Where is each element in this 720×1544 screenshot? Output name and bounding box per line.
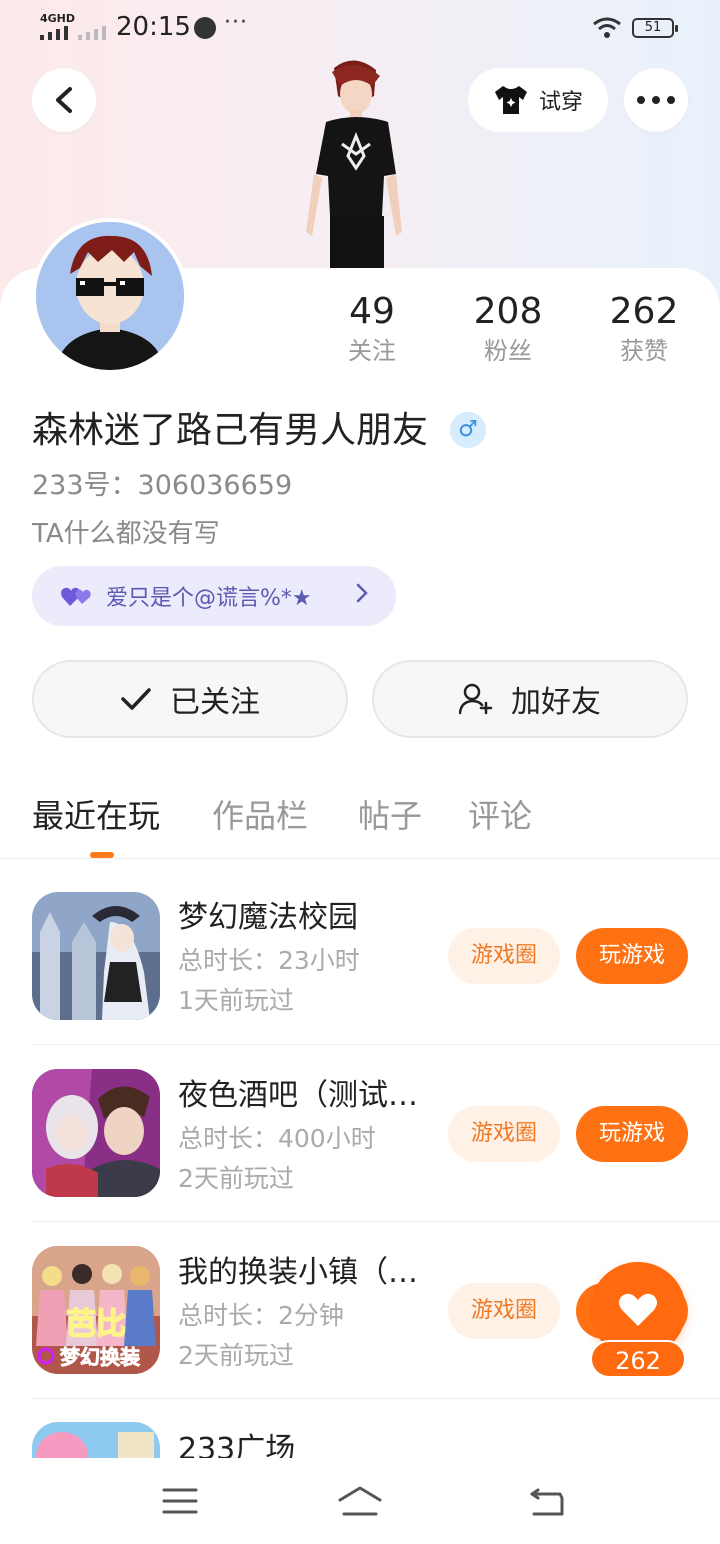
signal-icon-secondary — [78, 26, 106, 40]
stat-following[interactable]: 49 关注 — [312, 290, 432, 368]
play-game-button[interactable]: 玩游戏 — [576, 1106, 688, 1162]
more-notifications-icon: ··· — [224, 10, 248, 35]
stat-likes-count: 262 — [609, 291, 679, 332]
game-duration: 总时长：23小时 — [178, 946, 360, 975]
battery-icon: 51 — [632, 18, 678, 38]
tab-recent-play[interactable]: 最近在玩 — [32, 790, 160, 842]
game-icon-dressup-town[interactable]: 芭比 梦幻换装 — [32, 1246, 160, 1374]
game-icon-text: 芭比 — [66, 1307, 126, 1342]
stat-following-count: 49 — [349, 291, 395, 332]
network-type: 4GHD — [40, 12, 76, 25]
notification-icon — [194, 17, 216, 39]
tab-posts[interactable]: 帖子 — [358, 790, 422, 842]
user-bio: TA什么都没有写 — [32, 519, 220, 549]
gender-male-icon: ♂ — [450, 412, 486, 448]
game-last-played: 1天前玩过 — [178, 986, 294, 1015]
game-icon-233-square[interactable] — [32, 1422, 160, 1458]
avatar[interactable] — [32, 218, 188, 374]
back-button[interactable] — [32, 68, 96, 132]
more-icon — [637, 96, 675, 104]
game-icon-subtext: 梦幻换装 — [60, 1345, 140, 1369]
game-title: 233广场 — [178, 1432, 296, 1458]
clock-time: 20:15 — [116, 12, 191, 42]
game-title: 我的换装小镇（… — [178, 1255, 418, 1290]
followed-label: 已关注 — [170, 685, 260, 720]
tab-works[interactable]: 作品栏 — [212, 790, 308, 842]
game-title: 梦幻魔法校园 — [178, 900, 358, 935]
game-icon-magic-campus[interactable] — [32, 892, 160, 1020]
stat-likes[interactable]: 262 获赞 — [584, 290, 704, 368]
status-bar: 4GHD 20:15 ··· 51 — [0, 0, 720, 56]
game-circle-button[interactable]: 游戏圈 — [448, 1106, 560, 1162]
wifi-icon — [593, 17, 621, 38]
signature-tag[interactable]: 爱只是个@谎言%*★ — [32, 566, 396, 626]
game-duration: 总时长：400小时 — [178, 1124, 376, 1153]
chevron-right-icon — [356, 583, 368, 609]
game-icon-night-bar[interactable] — [32, 1069, 160, 1197]
stat-likes-label: 获赞 — [620, 337, 668, 365]
stat-following-label: 关注 — [348, 337, 396, 365]
back-nav-icon[interactable] — [528, 1484, 568, 1518]
signature-tag-text: 爱只是个@谎言%*★ — [106, 586, 312, 611]
system-nav-bar — [0, 1458, 720, 1544]
username: 森林迷了路己有男人朋友 — [32, 410, 429, 451]
tab-comments[interactable]: 评论 — [468, 790, 532, 842]
back-icon — [56, 87, 72, 113]
stat-fans[interactable]: 208 粉丝 — [448, 290, 568, 368]
like-count: 262 — [590, 1340, 686, 1378]
add-friend-button[interactable]: 加好友 — [372, 660, 688, 738]
try-on-button[interactable]: 试穿 — [468, 68, 608, 132]
game-last-played: 2天前玩过 — [178, 1341, 294, 1370]
avatar-3d-figure — [306, 60, 402, 270]
play-game-button[interactable]: 玩游戏 — [576, 928, 688, 984]
more-button[interactable] — [624, 68, 688, 132]
user-id: 233号：306036659 — [32, 470, 293, 501]
game-circle-button[interactable]: 游戏圈 — [448, 928, 560, 984]
game-title: 夜色酒吧（测试… — [178, 1078, 418, 1113]
game-circle-button[interactable]: 游戏圈 — [448, 1283, 560, 1339]
heart-icon — [619, 1293, 657, 1326]
menu-icon[interactable] — [160, 1484, 200, 1518]
home-icon[interactable] — [336, 1484, 384, 1518]
hearts-icon — [61, 587, 91, 606]
divider — [0, 858, 720, 859]
add-user-icon — [459, 683, 493, 715]
try-on-label: 试穿 — [538, 90, 583, 115]
add-friend-label: 加好友 — [511, 685, 601, 720]
followed-button[interactable]: 已关注 — [32, 660, 348, 738]
signal-icon — [40, 26, 68, 40]
check-icon — [121, 688, 151, 710]
game-last-played: 2天前玩过 — [178, 1164, 294, 1193]
tshirt-icon — [494, 86, 527, 114]
game-duration: 总时长：2分钟 — [178, 1301, 344, 1330]
stat-fans-count: 208 — [473, 291, 543, 332]
profile-tabs: 最近在玩 作品栏 帖子 评论 — [0, 790, 720, 860]
stat-fans-label: 粉丝 — [484, 337, 532, 365]
divider — [32, 1398, 720, 1399]
avatar-image — [36, 222, 184, 370]
